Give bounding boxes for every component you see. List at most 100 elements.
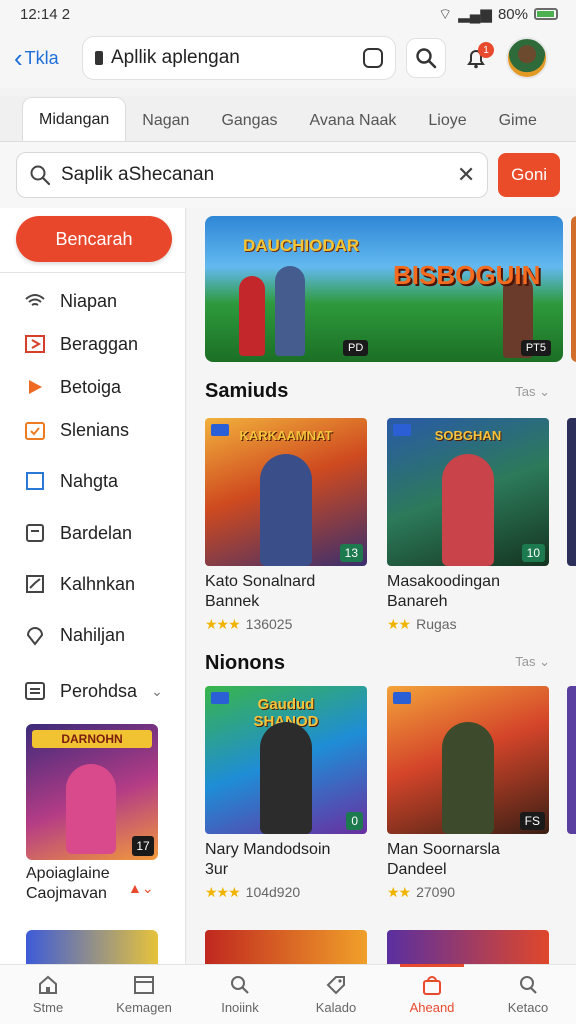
game-name: Man Soornarsla Dandeel xyxy=(387,841,500,878)
square-icon xyxy=(24,470,46,492)
sidebar-item-label: Slenians xyxy=(60,419,130,440)
nav-label: Aheand xyxy=(409,1000,455,1015)
divider xyxy=(0,272,185,273)
sidebar-item-nahgta[interactable]: Nahgta xyxy=(24,470,118,492)
top-app-bar: ‹ Tkla Apllik aplengan 1 xyxy=(0,28,576,88)
hero-banner[interactable]: DAUCHIODAR BISBOGUIN PD PT5 xyxy=(205,216,563,362)
search-row: Saplik aShecanan ✕ Goni xyxy=(0,142,576,208)
search-icon xyxy=(30,165,51,186)
search-button[interactable] xyxy=(406,38,446,78)
primary-action-button[interactable]: Bencarah xyxy=(16,216,172,262)
sidebar-item-bardelan[interactable]: Bardelan xyxy=(24,522,132,544)
address-bar[interactable]: Apllik aplengan xyxy=(82,36,396,80)
game-card[interactable]: KARKAAMNAT 13 Kato Sonalnard Bannek ★★★ 13… xyxy=(205,418,367,633)
tab-bar: Midangan Nagan Gangas Avana Naak Lioye G… xyxy=(0,96,576,142)
section-title: Samiuds xyxy=(205,380,289,402)
promo-more-icon[interactable]: ▲⌄ xyxy=(128,880,154,897)
section-title: Nionons xyxy=(205,652,285,674)
game-thumbnail: FS xyxy=(387,686,549,834)
tab-gangas[interactable]: Gangas xyxy=(205,101,293,141)
character-figure xyxy=(66,764,116,854)
home-icon xyxy=(39,975,57,994)
tab-gime[interactable]: Gime xyxy=(483,101,553,141)
sidebar-item-beraggan[interactable]: Beraggan xyxy=(24,333,138,355)
lock-icon xyxy=(95,51,103,65)
tab-nagan[interactable]: Nagan xyxy=(126,101,205,141)
nav-label: Kemagen xyxy=(116,1000,172,1015)
sidebar-item-label: Kalhnkan xyxy=(60,573,136,594)
game-thumbnail: KARKAAMNAT 13 xyxy=(205,418,367,566)
hero-badge-right: PT5 xyxy=(520,340,551,356)
hero-next-peek[interactable] xyxy=(571,216,576,362)
nav-store[interactable]: Aheand xyxy=(384,964,480,1024)
nav-tags[interactable]: Kalado xyxy=(288,965,384,1024)
character-figure xyxy=(442,454,494,566)
section-more-link[interactable]: Tas ⌄ xyxy=(515,384,550,400)
go-button[interactable]: Goni xyxy=(498,153,560,197)
calendar-icon xyxy=(24,419,46,441)
tag-icon xyxy=(393,692,411,704)
game-card-partial[interactable] xyxy=(387,930,549,964)
star-rating-icon: ★★ xyxy=(387,616,411,632)
nav-browser[interactable]: Kemagen xyxy=(96,965,192,1024)
clear-icon[interactable]: ✕ xyxy=(457,162,475,188)
notification-badge: 1 xyxy=(478,42,494,58)
nav-label: Stme xyxy=(32,1000,64,1015)
hero-title-left: DAUCHIODAR xyxy=(243,236,360,255)
game-card[interactable]: Gaudud SHANOD 0 Nary Mandodsoin3ur ★★★10… xyxy=(205,686,367,901)
sidebar-item-label: Bardelan xyxy=(60,522,133,543)
wifi-icon xyxy=(24,290,46,312)
section-more-link[interactable]: Tas ⌄ xyxy=(515,654,550,670)
nav-search[interactable]: Inoiink xyxy=(192,965,288,1024)
promo-card-next[interactable] xyxy=(26,930,158,964)
nav-home[interactable]: Stme xyxy=(0,965,96,1024)
back-button[interactable]: ‹ Tkla xyxy=(14,45,72,71)
game-card[interactable]: SOBGHAN 10 Masakoodingan Banareh ★★ Rugas xyxy=(387,418,549,633)
sidebar-item-kalhnkan[interactable]: Kalhnkan xyxy=(24,573,135,595)
next-card-peek[interactable] xyxy=(567,418,576,566)
promo-caption[interactable]: Apoiaglaine Caojmavan xyxy=(26,864,110,904)
nav-explore[interactable]: Ketaco xyxy=(480,965,576,1024)
sidebar-item-nahiljan[interactable]: Nahiljan xyxy=(24,624,125,646)
hero-title-right: BISBOGUIN xyxy=(393,260,541,290)
signal-icon: ▂▄▆ xyxy=(458,6,492,23)
tab-lioye[interactable]: Lioye xyxy=(412,101,482,141)
count-badge: FS xyxy=(519,812,545,830)
sidebar: Bencarah Niapan Beraggan Betoiga Slenian… xyxy=(0,208,186,964)
sidebar-item-label: Niapan xyxy=(60,290,118,311)
sidebar-item-perohdsa[interactable]: Perohdsa ⌄ xyxy=(24,680,163,702)
character-figure xyxy=(442,722,494,834)
tabs-icon[interactable] xyxy=(363,48,383,68)
game-thumbnail: Gaudud SHANOD 0 xyxy=(205,686,367,834)
nav-label: Inoiink xyxy=(221,1000,259,1015)
chart-icon xyxy=(24,573,46,595)
game-card-partial[interactable] xyxy=(205,930,367,964)
battery-icon xyxy=(534,8,558,20)
star-rating-icon: ★★ xyxy=(387,884,411,900)
play-icon xyxy=(24,376,46,398)
count-badge: 0 xyxy=(346,812,363,830)
promo-title: DARNOHN xyxy=(32,730,152,748)
promo-line2: Caojmavan xyxy=(26,885,107,902)
tab-midangan[interactable]: Midangan xyxy=(22,97,127,141)
game-card[interactable]: FS Man Soornarsla Dandeel ★★ 27090 xyxy=(387,686,549,901)
chevron-down-icon[interactable]: ⌄ xyxy=(151,683,163,700)
tab-avana-naak[interactable]: Avana Naak xyxy=(293,101,412,141)
game-name: Nary Mandodsoin 3ur xyxy=(205,841,331,878)
search-icon xyxy=(231,976,249,994)
status-bar: 12:14 2 ⌔ ▂▄▆ 80% xyxy=(0,0,576,28)
avatar[interactable] xyxy=(506,37,548,79)
sidebar-item-betoiga[interactable]: Betoiga xyxy=(24,376,121,398)
sidebar-item-slenians[interactable]: Slenians xyxy=(24,419,129,441)
search-input[interactable]: Saplik aShecanan ✕ xyxy=(16,152,489,198)
promo-card[interactable]: DARNOHN 17 xyxy=(26,724,158,860)
nav-label: Ketaco xyxy=(507,1000,549,1015)
tag-icon xyxy=(326,976,345,995)
next-card-peek[interactable] xyxy=(567,686,576,834)
game-name: Masakoodingan Banareh xyxy=(387,573,500,610)
sidebar-item-niapan[interactable]: Niapan xyxy=(24,290,117,312)
promo-badge: 17 xyxy=(132,836,154,856)
notifications-button[interactable]: 1 xyxy=(456,38,496,78)
address-text: Apllik aplengan xyxy=(111,47,240,68)
game-rating: ★★ 27090 xyxy=(387,884,456,900)
